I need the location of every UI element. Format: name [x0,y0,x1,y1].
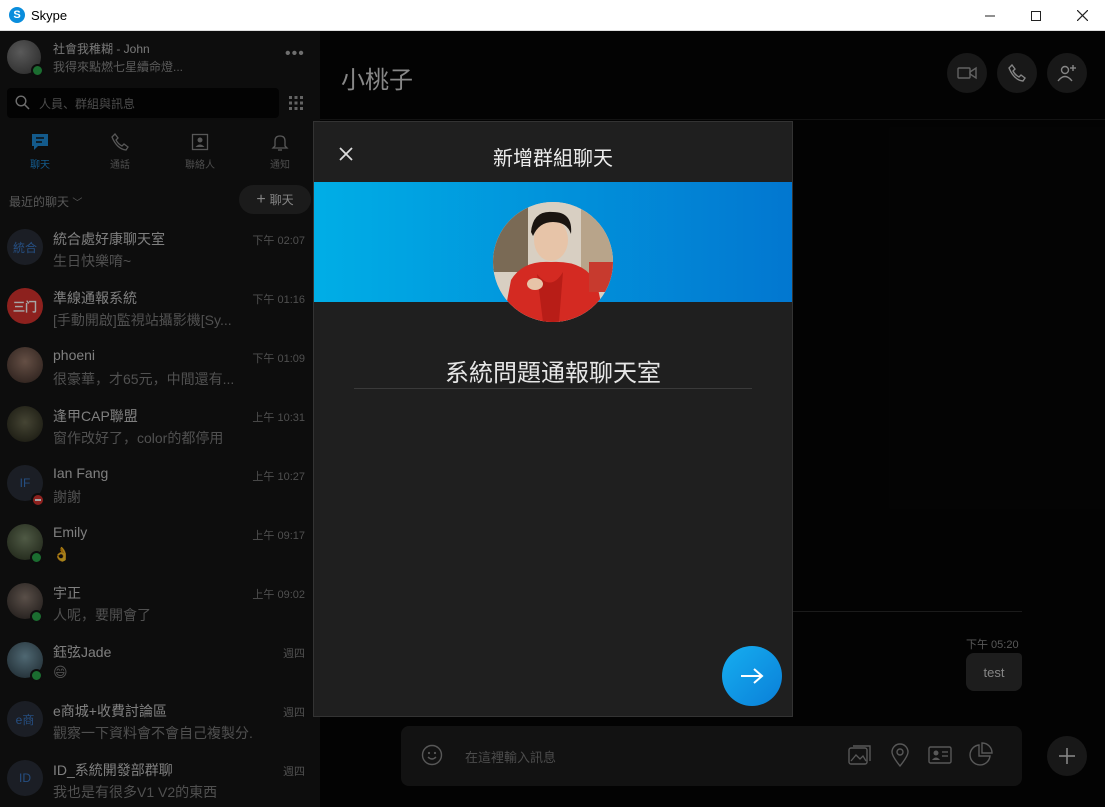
skype-logo-icon: S [9,7,25,23]
maximize-button[interactable] [1013,0,1059,31]
window-titlebar: S Skype [0,0,1105,31]
next-button[interactable] [722,646,782,706]
maximize-icon [1031,10,1041,21]
window-title: Skype [31,8,68,23]
window-close-button[interactable] [1059,0,1105,31]
group-name-input[interactable] [354,352,752,389]
group-avatar[interactable] [493,202,613,322]
minimize-button[interactable] [967,0,1013,31]
minimize-icon [985,15,995,16]
dialog-title: 新增群組聊天 [493,148,613,170]
new-group-chat-dialog: 新增群組聊天 [313,121,793,717]
group-avatar-picture [493,202,613,322]
arrow-right-icon [741,668,764,684]
close-icon [1076,10,1088,21]
